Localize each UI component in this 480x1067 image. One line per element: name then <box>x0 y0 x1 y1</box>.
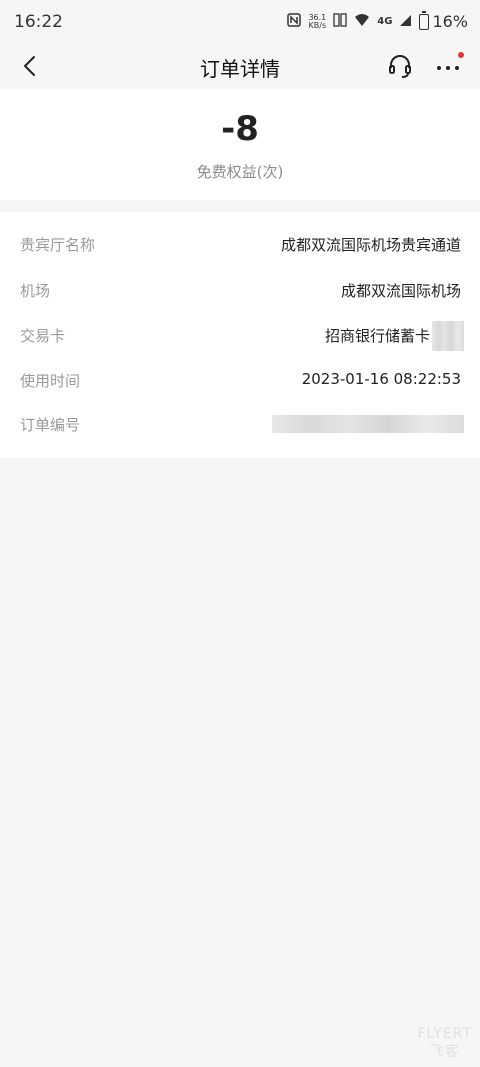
sim-icon <box>333 13 347 30</box>
battery-icon <box>419 10 430 30</box>
status-icons: 36.1 KB/s 4G 16% <box>287 10 468 31</box>
nfc-icon <box>287 13 302 30</box>
headset-icon <box>389 55 411 78</box>
amount-label: 免费权益(次) <box>196 163 284 181</box>
net-speed: 36.1 KB/s <box>308 12 327 30</box>
detail-label: 机场 <box>20 282 51 300</box>
network-label: 4G <box>377 16 393 27</box>
detail-row-airport: 机场 成都双流国际机场 <box>0 268 480 313</box>
status-bar: 16:22 36.1 KB/s 4G 16% <box>0 0 480 44</box>
status-time: 16:22 <box>14 12 63 32</box>
detail-value: 成都双流国际机场贵宾通道 <box>280 236 461 254</box>
detail-label: 使用时间 <box>20 372 81 390</box>
detail-label: 交易卡 <box>20 327 66 345</box>
watermark: FLYERT 飞客 <box>417 1026 472 1060</box>
detail-value: 2023-01-16 08:22:53 <box>301 370 461 388</box>
detail-label: 贵宾厅名称 <box>20 236 96 254</box>
nav-bar: 订单详情 <box>0 44 480 88</box>
summary-card: -8 免费权益(次) <box>0 89 480 200</box>
notification-badge <box>458 52 464 58</box>
detail-row-order-number: 订单编号 <box>0 402 480 447</box>
redacted-card-number <box>432 321 464 351</box>
amount-value: -8 <box>221 109 259 149</box>
detail-row-card: 交易卡 招商银行储蓄卡 <box>0 313 480 358</box>
detail-row-lounge: 贵宾厅名称 成都双流国际机场贵宾通道 <box>0 222 480 267</box>
signal-icon <box>399 14 412 30</box>
detail-label: 订单编号 <box>20 416 81 434</box>
detail-row-time: 使用时间 2023-01-16 08:22:53 <box>0 358 480 403</box>
redacted-order-number <box>272 415 464 433</box>
order-details: 贵宾厅名称 成都双流国际机场贵宾通道 机场 成都双流国际机场 交易卡 招商银行储… <box>0 212 480 458</box>
detail-value: 成都双流国际机场 <box>340 282 461 300</box>
detail-value: 招商银行储蓄卡 <box>324 327 430 345</box>
more-button[interactable] <box>434 52 464 80</box>
customer-service-button[interactable] <box>386 52 414 80</box>
wifi-icon <box>354 13 370 30</box>
battery: 16% <box>419 10 468 31</box>
